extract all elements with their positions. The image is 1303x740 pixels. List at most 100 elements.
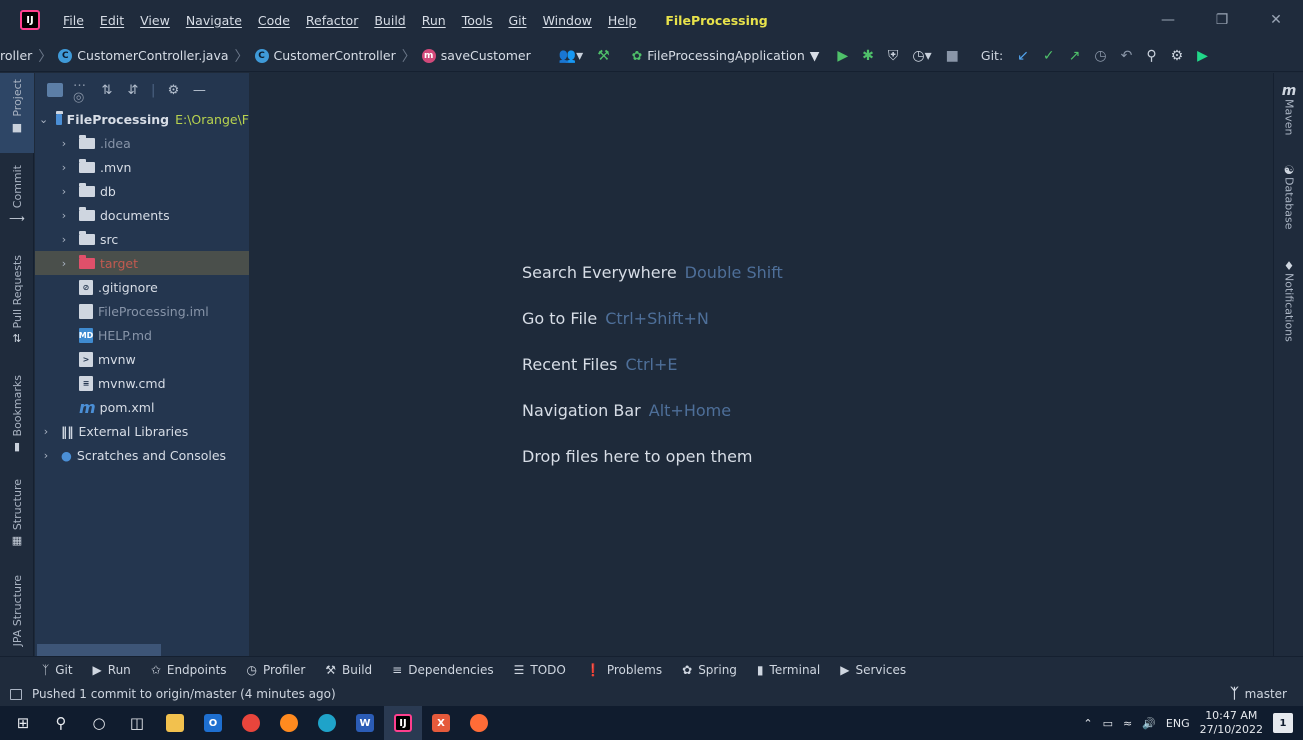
word-icon[interactable]: W	[346, 706, 384, 740]
collapse-all-icon[interactable]: ⇵	[125, 83, 141, 98]
tool-problems[interactable]: ❗ Problems	[586, 663, 662, 677]
editor-area[interactable]: Search Everywhere Double Shift Go to Fil…	[250, 73, 1272, 656]
tree-item[interactable]: › ‖‖ External Libraries	[35, 419, 249, 443]
tree-item[interactable]: m pom.xml	[35, 395, 249, 419]
git-update-icon[interactable]: ↙	[1017, 48, 1029, 64]
menu-edit[interactable]: Edit	[97, 13, 127, 28]
menu-run[interactable]: Run	[419, 13, 449, 28]
tree-item[interactable]: MD HELP.md	[35, 323, 249, 347]
build-hammer-icon[interactable]: ⚒	[597, 48, 610, 64]
tree-item[interactable]: › documents	[35, 203, 249, 227]
tool-services[interactable]: ▶ Services	[840, 663, 906, 677]
clock[interactable]: 10:47 AM 27/10/2022	[1200, 709, 1263, 737]
battery-icon[interactable]: ▭	[1103, 717, 1113, 730]
tool-run[interactable]: ▶ Run	[93, 663, 131, 677]
edge-icon[interactable]	[308, 706, 346, 740]
menu-file[interactable]: File	[60, 13, 87, 28]
stop-icon[interactable]: ■	[946, 48, 959, 64]
tab-bookmarks[interactable]: Bookmarks ▮	[0, 369, 34, 455]
chevron-up-icon[interactable]: ⌃	[1083, 717, 1092, 730]
git-branch-widget[interactable]: ᛉ master	[1230, 682, 1287, 706]
tab-database[interactable]: ☯ Database	[1274, 163, 1303, 230]
tree-item[interactable]: › .mvn	[35, 155, 249, 179]
menu-code[interactable]: Code	[255, 13, 293, 28]
jetbrains-icon[interactable]: ▶	[1197, 48, 1208, 64]
tab-jpa-structure[interactable]: JPA Structure	[0, 569, 34, 653]
locate-icon[interactable]: …◎	[73, 75, 89, 105]
tool-git[interactable]: ᛉ Git	[42, 663, 73, 677]
breadcrumb-class[interactable]: CustomerController	[274, 48, 396, 63]
tool-profiler[interactable]: ◷ Profiler	[247, 663, 306, 677]
run-config-selector[interactable]: ✿ FileProcessingApplication ▼	[624, 48, 828, 63]
tree-item[interactable]: › .idea	[35, 131, 249, 155]
tree-root[interactable]: ⌄ FileProcessing E:\Orange\F	[35, 107, 249, 131]
profile-icon[interactable]: ◷▾	[912, 48, 931, 64]
debug-icon[interactable]: ✱	[862, 48, 874, 64]
restore-icon[interactable]: ❐	[1195, 0, 1249, 40]
tab-maven[interactable]: m Maven	[1274, 83, 1303, 135]
menu-view[interactable]: View	[137, 13, 173, 28]
app-orange-icon[interactable]	[460, 706, 498, 740]
tab-notifications[interactable]: ♦ Notifications	[1274, 259, 1303, 342]
tree-item[interactable]: ⊘ .gitignore	[35, 275, 249, 299]
tab-structure[interactable]: Structure ▦	[0, 473, 34, 553]
settings-gear-icon[interactable]: ⚙	[1171, 48, 1184, 64]
menu-build[interactable]: Build	[371, 13, 408, 28]
minimize-icon[interactable]: —	[1141, 0, 1195, 40]
tree-item[interactable]: › db	[35, 179, 249, 203]
expand-all-icon[interactable]: ⇅	[99, 83, 115, 98]
language-indicator[interactable]: ENG	[1166, 717, 1190, 730]
windows-start-icon[interactable]: ⊞	[4, 706, 42, 740]
menu-tools[interactable]: Tools	[459, 13, 496, 28]
user-icon[interactable]: 👥▾	[559, 48, 583, 64]
tree-item[interactable]: FileProcessing.iml	[35, 299, 249, 323]
volume-icon[interactable]: 🔊	[1142, 717, 1156, 730]
menu-navigate[interactable]: Navigate	[183, 13, 245, 28]
tab-pull-requests[interactable]: Pull Requests ⇅	[0, 249, 34, 349]
notification-center-icon[interactable]: 1	[1273, 713, 1293, 733]
rollback-icon[interactable]: ↶	[1121, 48, 1133, 64]
postman-like-icon[interactable]: X	[422, 706, 460, 740]
tool-dependencies[interactable]: ≡ Dependencies	[392, 663, 493, 677]
tool-endpoints[interactable]: ✩ Endpoints	[151, 663, 227, 677]
tab-commit[interactable]: Commit ⟶	[0, 159, 34, 229]
hide-icon[interactable]: —	[191, 83, 207, 98]
project-view-icon[interactable]	[47, 83, 63, 97]
breadcrumb-file[interactable]: CustomerController.java	[77, 48, 228, 63]
tool-terminal[interactable]: ▮ Terminal	[757, 663, 820, 677]
tool-build[interactable]: ⚒ Build	[325, 663, 372, 677]
git-push-icon[interactable]: ↗	[1069, 48, 1081, 64]
run-icon[interactable]: ▶	[837, 48, 848, 64]
close-icon[interactable]: ✕	[1249, 0, 1303, 40]
firefox-icon[interactable]	[270, 706, 308, 740]
horizontal-scrollbar[interactable]	[37, 644, 161, 656]
tree-item[interactable]: > mvnw	[35, 347, 249, 371]
status-message[interactable]: Pushed 1 commit to origin/master (4 minu…	[32, 687, 336, 701]
tab-project[interactable]: Project ■	[0, 73, 34, 153]
menu-window[interactable]: Window	[540, 13, 595, 28]
tool-spring[interactable]: ✿ Spring	[682, 663, 737, 677]
wifi-icon[interactable]: ≈	[1123, 717, 1132, 730]
task-view-icon[interactable]: ◫	[118, 706, 156, 740]
menu-help[interactable]: Help	[605, 13, 640, 28]
menu-git[interactable]: Git	[506, 13, 530, 28]
intellij-taskbar-icon[interactable]: IJ	[384, 706, 422, 740]
tree-item[interactable]: ≡ mvnw.cmd	[35, 371, 249, 395]
cortana-icon[interactable]: ○	[80, 706, 118, 740]
file-explorer-icon[interactable]	[156, 706, 194, 740]
search-icon[interactable]: ⚲	[42, 706, 80, 740]
menu-refactor[interactable]: Refactor	[303, 13, 361, 28]
breadcrumb-method[interactable]: saveCustomer	[441, 48, 531, 63]
chrome-icon[interactable]	[232, 706, 270, 740]
search-icon[interactable]: ⚲	[1146, 48, 1156, 64]
outlook-icon[interactable]: O	[194, 706, 232, 740]
coverage-icon[interactable]: ⛨	[888, 48, 899, 64]
toggle-tool-windows-icon[interactable]	[10, 688, 22, 700]
intellij-logo-icon[interactable]: IJ	[20, 10, 40, 30]
tree-item[interactable]: › src	[35, 227, 249, 251]
tree-item[interactable]: › ● Scratches and Consoles	[35, 443, 249, 467]
options-gear-icon[interactable]: ⚙	[165, 83, 181, 98]
tree-item-selected[interactable]: › target	[35, 251, 249, 275]
tool-todo[interactable]: ☰ TODO	[514, 663, 566, 677]
git-commit-icon[interactable]: ✓	[1043, 48, 1055, 64]
